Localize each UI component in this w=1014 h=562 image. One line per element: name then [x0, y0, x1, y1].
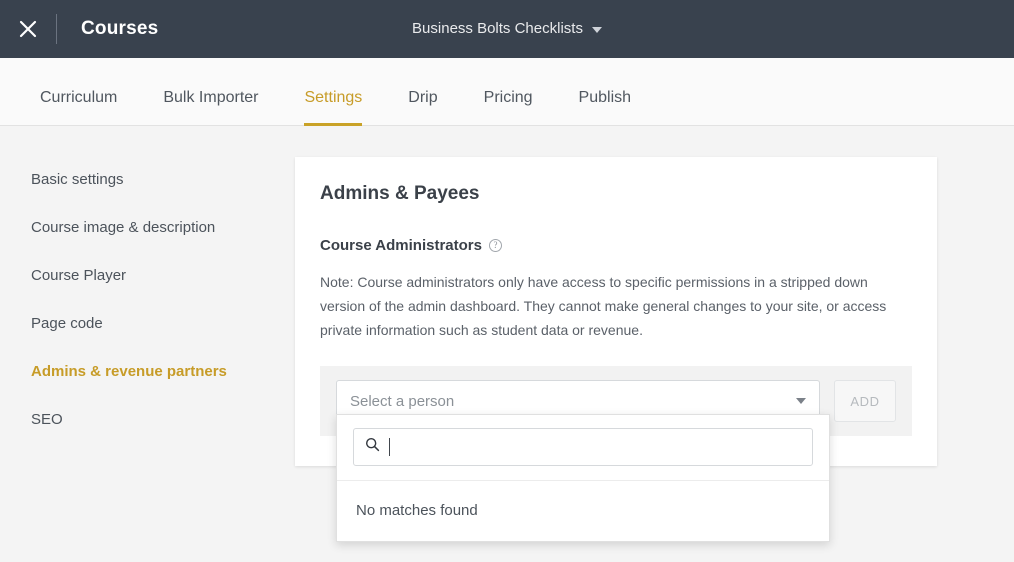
tab-settings[interactable]: Settings	[304, 89, 362, 126]
sidebar-item-page-code[interactable]: Page code	[0, 300, 295, 348]
sidebar-item-basic-settings[interactable]: Basic settings	[0, 156, 295, 204]
settings-sidebar: Basic settings Course image & descriptio…	[0, 126, 295, 444]
person-select-dropdown: No matches found	[336, 414, 830, 542]
close-icon	[18, 19, 38, 39]
top-bar: Courses Business Bolts Checklists	[0, 0, 1014, 58]
tab-bar: Curriculum Bulk Importer Settings Drip P…	[0, 58, 1014, 126]
header-divider	[56, 14, 57, 44]
chevron-down-icon	[796, 398, 806, 404]
search-icon	[365, 437, 380, 457]
course-name-label: Business Bolts Checklists	[412, 20, 583, 37]
close-button[interactable]	[0, 0, 56, 58]
dropdown-search-field[interactable]	[353, 428, 813, 466]
chevron-down-icon	[591, 26, 602, 33]
help-icon[interactable]: ?	[488, 239, 502, 252]
course-selector[interactable]: Business Bolts Checklists	[412, 20, 602, 37]
text-caret	[389, 438, 390, 456]
tab-publish[interactable]: Publish	[579, 89, 631, 125]
dropdown-empty-message: No matches found	[356, 502, 478, 519]
course-administrators-note: Note: Course administrators only have ac…	[320, 274, 887, 338]
page-title: Courses	[81, 18, 159, 39]
sidebar-item-course-player[interactable]: Course Player	[0, 252, 295, 300]
add-button[interactable]: ADD	[834, 380, 896, 422]
tab-drip[interactable]: Drip	[408, 89, 437, 125]
card-title: Admins & Payees	[320, 183, 480, 204]
tab-pricing[interactable]: Pricing	[484, 89, 533, 125]
person-select-placeholder: Select a person	[350, 392, 455, 410]
course-administrators-label: Course Administrators ?	[320, 237, 912, 254]
tab-curriculum[interactable]: Curriculum	[40, 89, 117, 125]
sidebar-item-seo[interactable]: SEO	[0, 396, 295, 444]
sidebar-item-admins-revenue-partners[interactable]: Admins & revenue partners	[0, 348, 295, 396]
tab-bulk-importer[interactable]: Bulk Importer	[163, 89, 258, 125]
dropdown-search-container	[337, 415, 829, 480]
section-label-text: Course Administrators	[320, 237, 482, 254]
sidebar-item-course-image-description[interactable]: Course image & description	[0, 204, 295, 252]
